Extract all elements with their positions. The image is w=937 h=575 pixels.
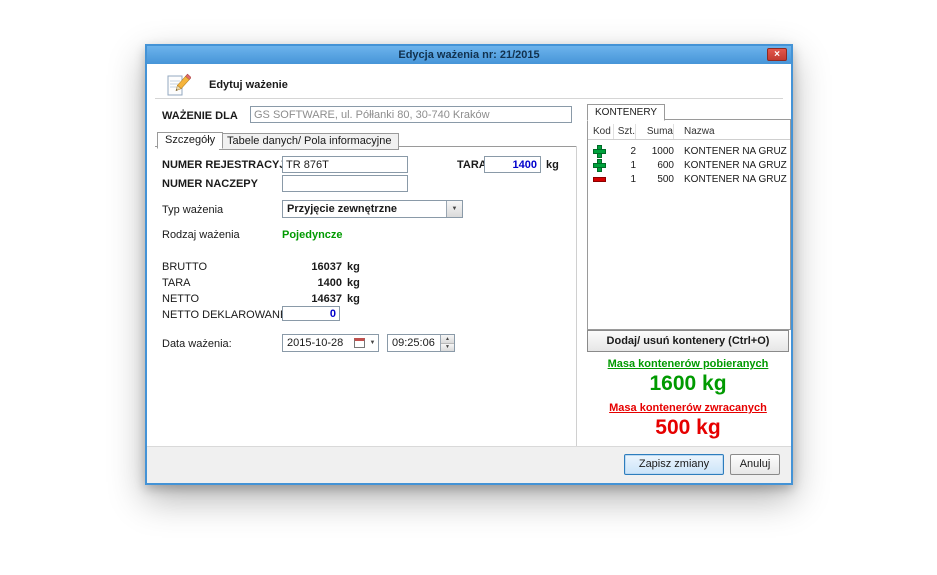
chevron-down-icon[interactable] [446, 201, 462, 217]
kontenery-table-header: Kod Szt. Suma Nazwa [588, 124, 790, 140]
row-szt: 1 [614, 160, 636, 171]
tara-field-label: TARA [457, 159, 487, 171]
tab-szczegoly[interactable]: Szczegóły [157, 132, 223, 149]
dialog-footer: Zapisz zmiany Anuluj [147, 446, 791, 483]
tara-input[interactable] [484, 156, 541, 173]
table-row[interactable]: 1 600 KONTENER NA GRUZ 6M3 [588, 158, 790, 172]
row-szt: 2 [614, 146, 636, 157]
table-row[interactable]: 1 500 KONTENER NA GRUZ 5M3 [588, 172, 790, 186]
wazenie-dla-label: WAŻENIE DLA [162, 110, 238, 122]
spinner-down-icon[interactable] [441, 344, 454, 352]
cancel-button[interactable]: Anuluj [730, 454, 780, 475]
edit-weighing-dialog: Edycja ważenia nr: 21/2015 Edytuj ważeni… [145, 44, 793, 485]
netto-deklarowane-label: NETTO DEKLAROWANE [162, 309, 287, 321]
typ-wazenia-label: Typ ważenia [162, 204, 223, 216]
row-nazwa: KONTENER NA GRUZ 5M3 [674, 174, 790, 185]
kontenery-panel: Kod Szt. Suma Nazwa 2 1000 KONTENER NA G… [587, 119, 791, 330]
rodzaj-wazenia-label: Rodzaj ważenia [162, 229, 240, 241]
tara-row-value: 1400 [282, 277, 342, 289]
row-suma: 1000 [636, 146, 674, 157]
col-suma: Suma [636, 124, 674, 139]
plus-icon [593, 159, 604, 170]
date-picker[interactable]: 2015-10-28 [282, 334, 379, 352]
spinner-up-icon[interactable] [441, 335, 454, 344]
tab-kontenery-label: KONTENERY [595, 107, 657, 118]
numer-rejestracyjny-label: NUMER REJESTRACYJNY [162, 159, 301, 171]
tara-unit: kg [546, 159, 559, 171]
row-szt: 1 [614, 174, 636, 185]
typ-wazenia-select[interactable]: Przyjęcie zewnętrzne [282, 200, 463, 218]
netto-label: NETTO [162, 293, 199, 305]
window-title: Edycja ważenia nr: 21/2015 [398, 49, 539, 61]
brutto-value: 16037 [282, 261, 342, 273]
tab-szczegoly-label: Szczegóły [165, 134, 215, 146]
time-spinner [440, 335, 454, 351]
minus-icon [593, 173, 604, 184]
date-value: 2015-10-28 [283, 337, 354, 349]
data-wazenia-label: Data ważenia: [162, 338, 232, 350]
mass-collected-label: Masa kontenerów pobieranych [587, 358, 789, 370]
wazenie-dla-input[interactable] [250, 106, 572, 123]
numer-naczepy-input[interactable] [282, 175, 408, 192]
brutto-label: BRUTTO [162, 261, 207, 273]
mass-returned-value: 500 kg [587, 416, 789, 440]
row-suma: 500 [636, 174, 674, 185]
plus-icon [593, 145, 604, 156]
typ-wazenia-value: Przyjęcie zewnętrzne [283, 203, 446, 215]
netto-unit: kg [347, 293, 360, 305]
header-divider [155, 98, 783, 100]
add-remove-containers-button[interactable]: Dodaj/ usuń kontenery (Ctrl+O) [587, 330, 789, 352]
tab-tabele-danych[interactable]: Tabele danych/ Pola informacyjne [219, 133, 399, 150]
page-title: Edytuj ważenie [209, 79, 288, 91]
mass-collected-value: 1600 kg [587, 372, 789, 396]
numer-rejestracyjny-input[interactable] [282, 156, 408, 173]
netto-deklarowane-input[interactable] [282, 306, 340, 321]
row-nazwa: KONTENER NA GRUZ 6M3 [674, 160, 790, 171]
time-picker[interactable]: 09:25:06 [387, 334, 455, 352]
tara-row-unit: kg [347, 277, 360, 289]
brutto-unit: kg [347, 261, 360, 273]
mass-returned-label: Masa kontenerów zwracanych [587, 402, 789, 414]
rodzaj-wazenia-value: Pojedyncze [282, 229, 343, 241]
table-row[interactable]: 2 1000 KONTENER NA GRUZ 5M3 [588, 144, 790, 158]
tab-kontenery[interactable]: KONTENERY [587, 104, 665, 121]
titlebar[interactable]: Edycja ważenia nr: 21/2015 [147, 46, 791, 64]
time-value: 09:25:06 [388, 337, 440, 349]
row-nazwa: KONTENER NA GRUZ 5M3 [674, 146, 790, 157]
date-chevron-down-icon[interactable] [367, 335, 378, 351]
netto-value: 14637 [282, 293, 342, 305]
numer-naczepy-label: NUMER NACZEPY [162, 178, 258, 190]
close-icon[interactable] [767, 48, 787, 61]
content-separator [576, 146, 577, 450]
tara-row-label: TARA [162, 277, 191, 289]
col-szt: Szt. [614, 124, 636, 139]
tab-tabele-danych-label: Tabele danych/ Pola informacyjne [227, 135, 391, 147]
calendar-icon [354, 338, 365, 348]
col-nazwa: Nazwa [674, 124, 790, 139]
row-suma: 600 [636, 160, 674, 171]
col-kod: Kod [588, 124, 614, 139]
save-button[interactable]: Zapisz zmiany [624, 454, 724, 475]
